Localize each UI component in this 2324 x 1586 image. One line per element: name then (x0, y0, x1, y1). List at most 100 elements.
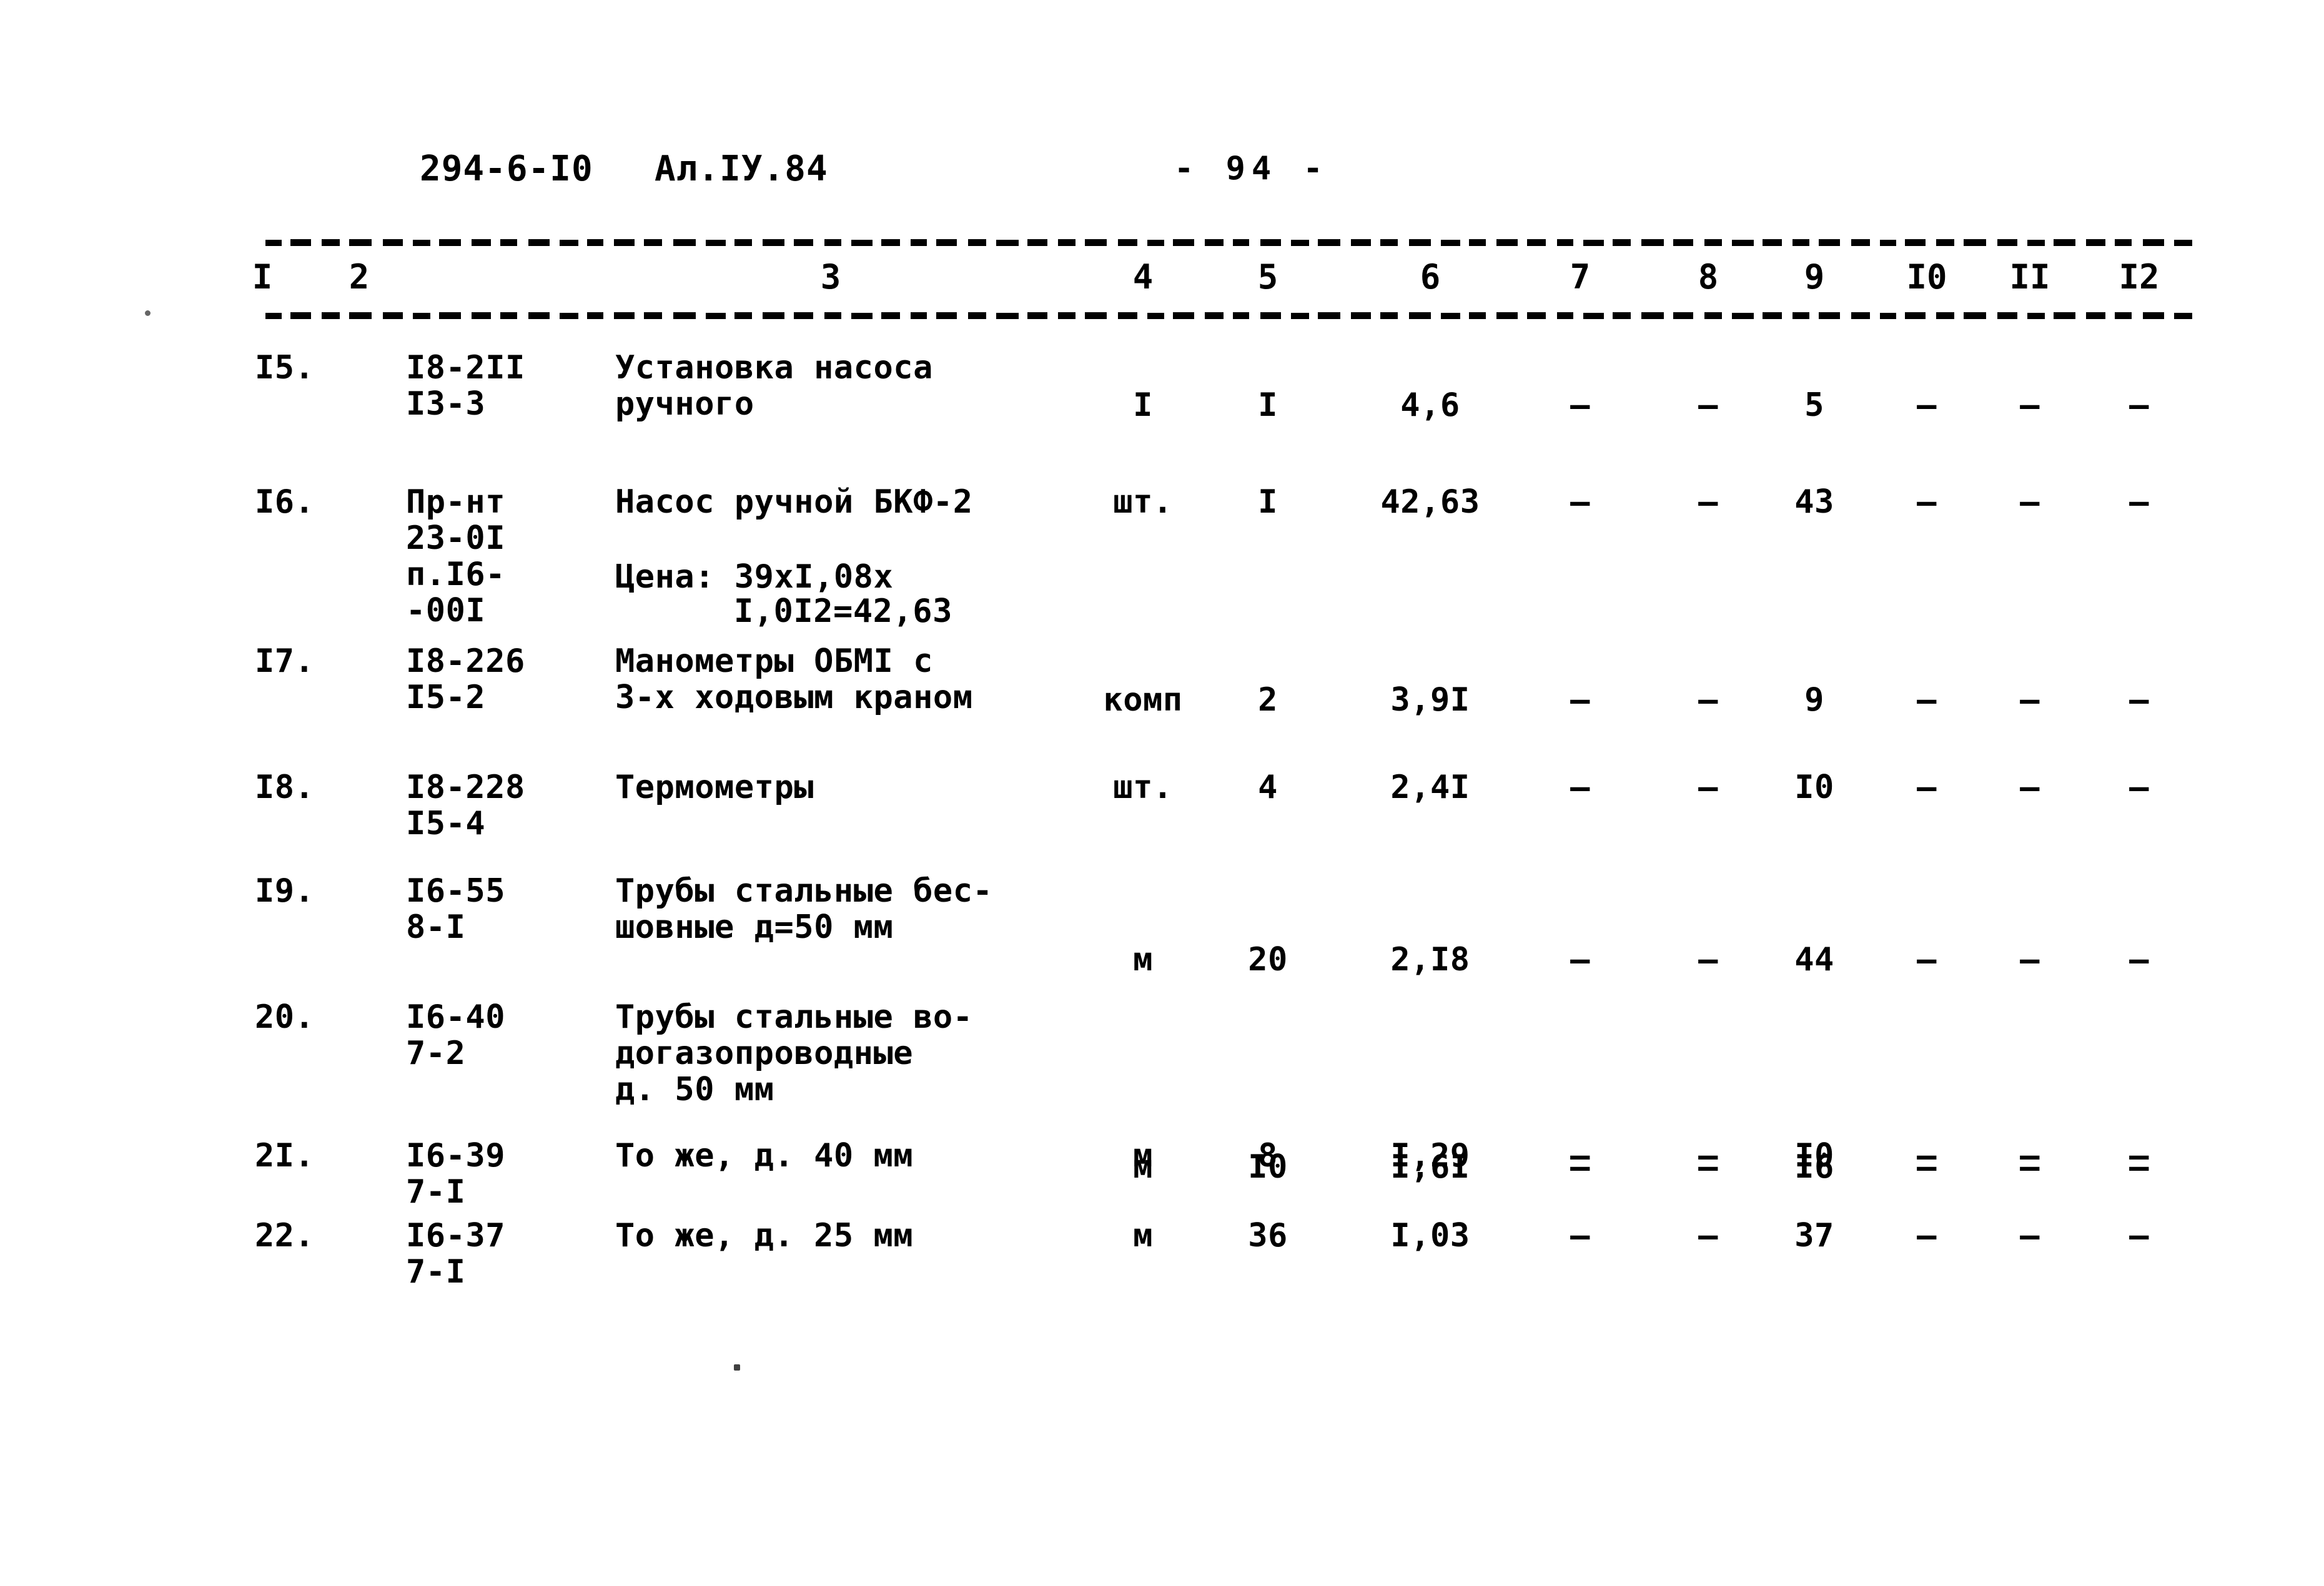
row-col6: 42,63 (1380, 483, 1480, 521)
row-col12: – (2129, 1217, 2149, 1254)
row-description-price-line2: I,0I2=42,63 (734, 593, 952, 630)
row-col12: – (2129, 941, 2149, 978)
row-norm-code: I6-37 7-I (406, 1217, 506, 1291)
row-col6: 2,4I (1390, 769, 1470, 806)
column-header-4: 4 (1132, 257, 1154, 297)
row-col12: – (2129, 769, 2149, 806)
row-col10: – (1917, 1137, 1937, 1175)
document-page: 294-6-I0 Ал.IУ.84 - 94 - I 2 3 4 5 6 7 8… (0, 0, 2324, 1586)
row-description: То же, д. 25 мм (615, 1217, 914, 1254)
row-quantity: I (1258, 387, 1278, 424)
row-col11: – (2020, 387, 2040, 424)
column-header-1: I (252, 257, 273, 297)
column-header-8: 8 (1698, 257, 1719, 297)
column-header-6: 6 (1420, 257, 1441, 297)
row-col12: – (2129, 387, 2149, 424)
row-unit: шт. (1113, 483, 1173, 521)
row-item-number: 22. (255, 1217, 315, 1254)
row-col10: – (1917, 681, 1937, 719)
row-quantity: 8 (1258, 1137, 1278, 1175)
row-description: Трубы стальные во- догазопроводные д. 50… (615, 998, 973, 1108)
row-col11: – (2020, 1217, 2040, 1254)
row-col8: – (1698, 483, 1718, 521)
scan-artifact-left (145, 310, 151, 316)
row-col8: – (1698, 1137, 1718, 1175)
row-col12: – (2129, 1137, 2149, 1175)
row-col6: 2,I8 (1390, 941, 1470, 978)
row-description: Насос ручной БКФ-2 (615, 483, 973, 521)
row-col8: – (1698, 387, 1718, 424)
row-quantity: I (1258, 483, 1278, 521)
row-col9: 44 (1794, 941, 1834, 978)
row-col6: I,03 (1390, 1217, 1470, 1254)
row-col10: – (1917, 483, 1937, 521)
column-header-11: II (2009, 257, 2050, 297)
row-col12: – (2129, 483, 2149, 521)
row-unit: м (1133, 941, 1153, 978)
row-col11: – (2020, 681, 2040, 719)
row-col7: – (1570, 1217, 1590, 1254)
row-item-number: I8. (255, 769, 315, 806)
row-norm-code: I8-226 I5-2 (406, 643, 525, 716)
row-col8: – (1698, 941, 1718, 978)
column-header-12: I2 (2119, 257, 2160, 297)
row-unit: м (1133, 1217, 1153, 1254)
row-col9: I0 (1794, 1137, 1834, 1175)
row-col7: – (1570, 681, 1590, 719)
row-item-number: 2I. (255, 1137, 315, 1175)
row-norm-code: I6-39 7-I (406, 1137, 506, 1211)
row-item-number: I5. (255, 349, 315, 387)
row-unit: комп (1103, 681, 1183, 719)
row-norm-code: I8-2II I3-3 (406, 349, 525, 423)
row-quantity: 2 (1258, 681, 1278, 719)
document-code: 294-6-I0 (420, 149, 593, 189)
row-col6: 4,6 (1400, 387, 1460, 424)
row-description: Трубы стальные бес- шовные д=50 мм (615, 872, 993, 946)
row-col7: – (1570, 483, 1590, 521)
row-col12: – (2129, 681, 2149, 719)
column-header-9: 9 (1804, 257, 1825, 297)
row-norm-code: I8-228 I5-4 (406, 769, 525, 842)
row-norm-code: I6-40 7-2 (406, 998, 506, 1072)
row-description: То же, д. 40 мм (615, 1137, 914, 1175)
column-header-3: 3 (820, 257, 841, 297)
row-norm-code: I6-55 8-I (406, 872, 506, 946)
row-col8: – (1698, 1217, 1718, 1254)
row-norm-code: Пр-нт 23-0I п.I6- -00I (406, 483, 506, 629)
row-unit: I (1133, 387, 1153, 424)
row-description-price-line1: Цена: 39xI,08x (615, 558, 894, 596)
row-description: Установка насоса ручного (615, 349, 933, 423)
row-col11: – (2020, 941, 2040, 978)
row-col8: – (1698, 769, 1718, 806)
column-header-2: 2 (349, 257, 370, 297)
row-col6: 3,9I (1390, 681, 1470, 719)
row-unit: м (1133, 1137, 1153, 1175)
row-col7: – (1570, 387, 1590, 424)
row-col9: 9 (1804, 681, 1824, 719)
row-col6: I,29 (1390, 1137, 1470, 1175)
row-quantity: 36 (1248, 1217, 1288, 1254)
row-col11: – (2020, 1137, 2040, 1175)
row-col10: – (1917, 941, 1937, 978)
document-header: 294-6-I0 Ал.IУ.84 - 94 - (0, 149, 2324, 192)
row-item-number: I6. (255, 483, 315, 521)
column-header-10: I0 (1906, 257, 1947, 297)
scan-artifact (734, 1364, 740, 1371)
column-header-5: 5 (1257, 257, 1278, 297)
row-unit: шт. (1113, 769, 1173, 806)
row-col9: 43 (1794, 483, 1834, 521)
column-header-7: 7 (1570, 257, 1591, 297)
row-description: Манометры ОБМI с 3-х ходовым краном (615, 643, 973, 716)
row-col11: – (2020, 769, 2040, 806)
row-col7: – (1570, 769, 1590, 806)
row-col11: – (2020, 483, 2040, 521)
row-description: Термометры (615, 769, 814, 806)
row-col8: – (1698, 681, 1718, 719)
row-col7: – (1570, 941, 1590, 978)
row-item-number: I7. (255, 643, 315, 680)
row-col9: I0 (1794, 769, 1834, 806)
row-col10: – (1917, 769, 1937, 806)
table-header-bottom-rule (265, 312, 2192, 319)
row-col10: – (1917, 1217, 1937, 1254)
row-col7: – (1570, 1137, 1590, 1175)
